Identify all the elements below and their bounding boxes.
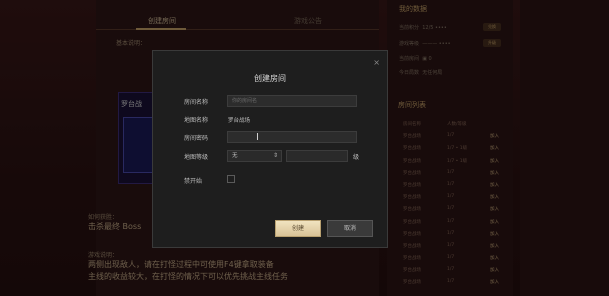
cancel-button[interactable]: 取消 (327, 220, 373, 237)
spectate-checkbox[interactable] (227, 175, 235, 183)
text-cursor (257, 133, 258, 140)
room-name-input[interactable]: 你的房间名 (227, 95, 357, 107)
map-level-value: 无 (232, 153, 238, 159)
password-label: 房间密码 (184, 135, 209, 142)
dialog-title: 创建房间 (254, 74, 286, 83)
room-name-label: 房间名称 (184, 99, 209, 106)
spectate-label: 禁开始 (184, 178, 203, 185)
create-button[interactable]: 创建 (275, 220, 321, 237)
map-name-label: 地图名称 (184, 117, 209, 124)
map-name-value: 罗台战场 (228, 118, 251, 124)
password-input[interactable] (227, 131, 357, 143)
map-level-label: 地图等级 (184, 154, 209, 161)
create-room-dialog: 创建房间 × 房间名称 你的房间名 地图名称 罗台战场 房间密码 地图等级 无 … (152, 50, 388, 248)
close-icon[interactable]: × (373, 58, 380, 67)
map-level-input[interactable] (286, 150, 348, 162)
level-unit: 级 (353, 154, 360, 161)
map-level-select[interactable]: 无 ⇕ (227, 150, 282, 162)
select-arrow-icon: ⇕ (272, 152, 278, 159)
